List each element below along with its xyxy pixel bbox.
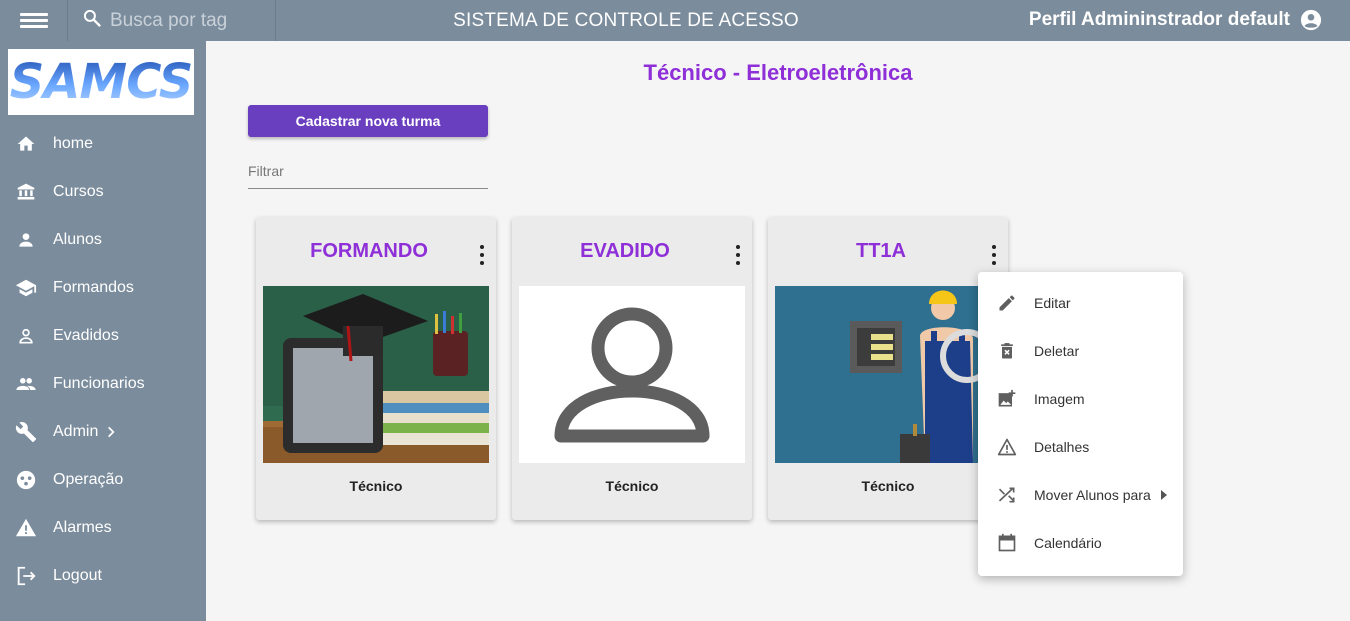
filter-input[interactable]: [248, 163, 488, 179]
sidebar-item-label: Logout: [53, 567, 102, 584]
samcs-logo: SAMCS: [8, 49, 194, 115]
person-outline-icon: [15, 325, 37, 347]
menu-item-calendario[interactable]: Calendário: [978, 519, 1183, 567]
profile-menu[interactable]: Perfil Admininstrador default: [1029, 9, 1322, 31]
menu-item-detalhes[interactable]: Detalhes: [978, 423, 1183, 471]
card-subtitle: Técnico: [605, 478, 659, 494]
menu-item-imagem[interactable]: Imagem: [978, 375, 1183, 423]
electrician-illustration: [775, 286, 1001, 463]
add-image-icon: [996, 388, 1018, 410]
card-subtitle: Técnico: [861, 478, 915, 494]
menu-item-editar[interactable]: Editar: [978, 279, 1183, 327]
sidebar-item-label: home: [53, 135, 94, 152]
shuffle-icon: [996, 484, 1018, 506]
add-class-button[interactable]: Cadastrar nova turma: [248, 105, 488, 137]
people-icon: [15, 373, 37, 395]
sidebar-item-label: Operação: [53, 471, 124, 488]
sidebar-item-funcionarios[interactable]: Funcionarios: [0, 360, 206, 408]
sidebar-item-logout[interactable]: Logout: [0, 552, 206, 600]
chevron-right-icon: [104, 425, 118, 439]
edit-icon: [996, 292, 1018, 314]
top-bar: SISTEMA DE CONTROLE DE ACESSO Perfil Adm…: [0, 0, 1350, 41]
graduation-photo: [263, 286, 489, 463]
page-title: Técnico - Eletroeletrônica: [643, 60, 913, 85]
person-placeholder: [519, 286, 745, 463]
logo-text: SAMCS: [9, 54, 194, 110]
sidebar-item-home[interactable]: home: [0, 120, 206, 168]
card-title: EVADIDO: [580, 240, 670, 262]
sidebar-item-label: Funcionarios: [53, 375, 145, 392]
sidebar-item-formandos[interactable]: Formandos: [0, 264, 206, 312]
class-card[interactable]: FORMANDO Técnico: [256, 217, 496, 520]
operation-icon: [15, 469, 37, 491]
sidebar-item-label: Cursos: [53, 183, 104, 200]
sidebar-item-admin[interactable]: Admin: [0, 408, 206, 456]
calendar-icon: [996, 532, 1018, 554]
menu-item-label: Calendário: [1034, 535, 1102, 551]
sidebar-item-cursos[interactable]: Cursos: [0, 168, 206, 216]
sidebar: SAMCS home Cursos Alunos Formandos Evadi…: [0, 41, 206, 621]
filter-field: [248, 163, 488, 189]
menu-item-label: Imagem: [1034, 391, 1085, 407]
sidebar-item-label: Formandos: [53, 279, 134, 296]
sidebar-nav: home Cursos Alunos Formandos Evadidos Fu…: [0, 120, 206, 600]
more-vert-icon[interactable]: [732, 245, 744, 265]
class-card[interactable]: TT1A Técnico: [768, 217, 1008, 520]
more-vert-icon[interactable]: [476, 245, 488, 265]
menu-item-mover-alunos[interactable]: Mover Alunos para: [978, 471, 1183, 519]
card-title: FORMANDO: [310, 240, 428, 262]
institution-icon: [15, 181, 37, 203]
warning-icon: [15, 517, 37, 539]
sidebar-item-alarmes[interactable]: Alarmes: [0, 504, 206, 552]
delete-icon: [996, 340, 1018, 362]
logout-icon: [15, 565, 37, 587]
menu-item-label: Detalhes: [1034, 439, 1090, 455]
account-circle-icon: [1300, 9, 1322, 31]
more-vert-icon[interactable]: [988, 245, 1000, 265]
profile-label: Perfil Admininstrador default: [1028, 9, 1290, 30]
arrow-right-icon: [1160, 490, 1168, 500]
card-context-menu: Editar Deletar Imagem Detalhes Mover Alu…: [978, 272, 1183, 576]
sidebar-item-evadidos[interactable]: Evadidos: [0, 312, 206, 360]
graduation-cap-icon: [15, 277, 37, 299]
sidebar-item-alunos[interactable]: Alunos: [0, 216, 206, 264]
home-icon: [15, 133, 37, 155]
menu-item-label: Mover Alunos para: [1034, 487, 1151, 503]
sidebar-item-label: Alarmes: [53, 519, 112, 536]
warning-outline-icon: [996, 436, 1018, 458]
sidebar-item-label: Alunos: [53, 231, 102, 248]
menu-item-deletar[interactable]: Deletar: [978, 327, 1183, 375]
card-title: TT1A: [856, 240, 906, 262]
person-icon: [15, 229, 37, 251]
sidebar-item-label: Evadidos: [53, 327, 119, 344]
sidebar-item-operacao[interactable]: Operação: [0, 456, 206, 504]
card-subtitle: Técnico: [349, 478, 403, 494]
class-card[interactable]: EVADIDO Técnico: [512, 217, 752, 520]
menu-item-label: Editar: [1034, 295, 1071, 311]
wrench-icon: [15, 421, 37, 443]
menu-item-label: Deletar: [1034, 343, 1080, 359]
sidebar-item-label: Admin: [53, 423, 99, 440]
